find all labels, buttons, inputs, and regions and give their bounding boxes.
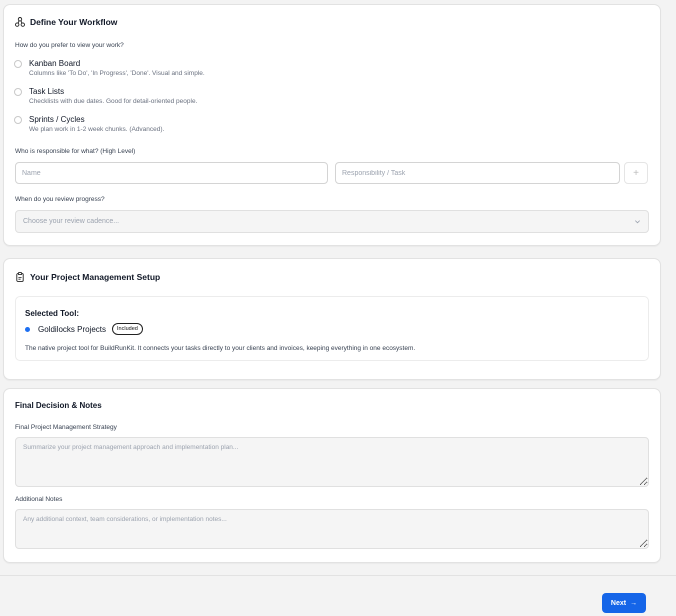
review-cadence-select[interactable]: Choose your review cadence... (15, 210, 649, 233)
setup-title: Your Project Management Setup (15, 272, 160, 282)
footer-bar: Next → (0, 575, 676, 616)
view-option-sprints[interactable]: Sprints / Cycles We plan work in 1-2 wee… (14, 115, 164, 133)
setup-card: Your Project Management Setup Selected T… (3, 258, 661, 380)
option-label: Sprints / Cycles (29, 115, 85, 124)
notes-label: Additional Notes (15, 496, 63, 503)
tool-name: Goldilocks Projects (38, 324, 107, 334)
included-badge: Included (112, 323, 143, 335)
option-description: Columns like 'To Do', 'In Progress', 'Do… (29, 70, 205, 77)
chevron-down-icon (635, 220, 640, 224)
selected-tool-row: Goldilocks Projects Included (25, 323, 143, 335)
selected-dot (25, 326, 30, 332)
review-question: When do you review progress? (15, 196, 105, 203)
radio-kanban[interactable] (14, 60, 22, 68)
notes-textarea[interactable] (15, 509, 649, 549)
view-option-task-lists[interactable]: Task Lists Checklists with due dates. Go… (14, 87, 197, 105)
workflow-title-text: Define Your Workflow (30, 17, 118, 27)
radio-task-lists[interactable] (14, 88, 22, 96)
workflow-title: Define Your Workflow (15, 17, 117, 27)
selected-tool-panel: Selected Tool: Goldilocks Projects Inclu… (15, 296, 649, 361)
selected-tool-label: Selected Tool: (25, 309, 80, 318)
strategy-label: Final Project Management Strategy (15, 424, 117, 431)
next-label: Next (610, 599, 627, 607)
name-input[interactable] (15, 162, 328, 184)
option-label: Kanban Board (29, 59, 81, 68)
option-label: Task Lists (29, 87, 65, 96)
next-button[interactable]: Next → (602, 593, 646, 613)
view-option-kanban[interactable]: Kanban Board Columns like 'To Do', 'In P… (14, 59, 205, 77)
final-card: Final Decision & Notes Final Project Man… (3, 388, 661, 563)
add-responsibility-button[interactable]: + (624, 162, 648, 184)
responsibility-input[interactable] (335, 162, 620, 184)
view-question: How do you prefer to view your work? (15, 42, 124, 49)
arrow-right-icon: → (630, 599, 638, 607)
radio-sprints[interactable] (14, 116, 22, 124)
tool-description: The native project tool for BuildRunKit.… (25, 345, 416, 352)
workflow-icon (15, 17, 25, 27)
clipboard-icon (16, 272, 24, 282)
option-description: We plan work in 1-2 week chunks. (Advanc… (29, 126, 165, 133)
setup-title-text: Your Project Management Setup (30, 272, 161, 282)
final-title: Final Decision & Notes (15, 401, 102, 410)
option-description: Checklists with due dates. Good for deta… (29, 98, 198, 105)
workflow-card: Define Your Workflow How do you prefer t… (3, 4, 661, 246)
strategy-textarea[interactable] (15, 437, 649, 487)
review-cadence-placeholder: Choose your review cadence... (23, 218, 120, 225)
responsibility-question: Who is responsible for what? (High Level… (15, 148, 136, 155)
